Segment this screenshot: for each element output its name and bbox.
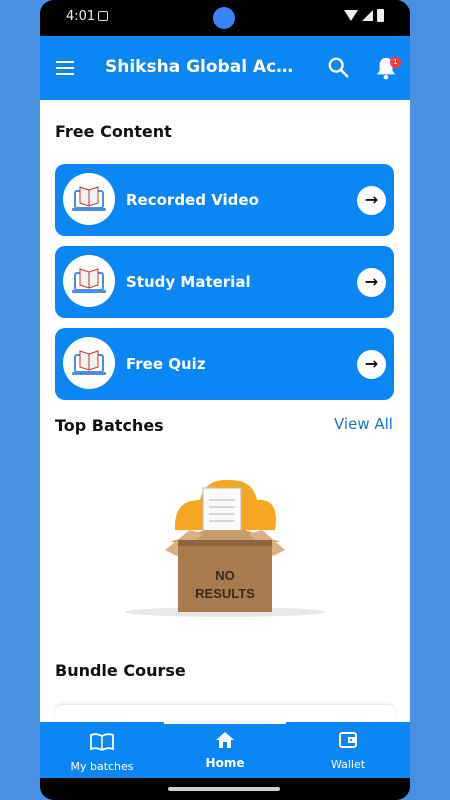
card-label: Study Material bbox=[126, 273, 251, 291]
tab-label: My batches bbox=[70, 760, 134, 773]
card-label: Free Quiz bbox=[126, 355, 206, 373]
book-laptop-icon bbox=[63, 337, 115, 389]
search-icon[interactable] bbox=[327, 56, 349, 78]
empty-state-line2: RESULTS bbox=[195, 586, 255, 601]
wifi-icon bbox=[344, 10, 358, 21]
notification-badge: 1 bbox=[390, 57, 401, 68]
book-laptop-icon bbox=[63, 173, 115, 225]
page-title: Shiksha Global Acad… bbox=[105, 57, 295, 77]
phone-frame: 4:01 Shiksha Global Acad… 1 Free Content bbox=[40, 0, 410, 800]
view-all-link[interactable]: View All bbox=[334, 415, 393, 433]
battery-icon bbox=[377, 9, 384, 22]
wallet-icon bbox=[339, 732, 357, 748]
arrow-right-icon[interactable]: → bbox=[357, 268, 386, 297]
book-icon bbox=[90, 733, 114, 751]
bundle-course-card[interactable] bbox=[55, 704, 395, 722]
tab-label: Wallet bbox=[330, 758, 366, 771]
arrow-right-icon[interactable]: → bbox=[357, 350, 386, 379]
empty-state-line1: NO bbox=[215, 568, 235, 583]
home-gesture-pill[interactable] bbox=[168, 787, 280, 791]
tab-wallet[interactable]: Wallet bbox=[286, 722, 410, 778]
menu-icon[interactable] bbox=[56, 61, 74, 75]
bundle-course-title: Bundle Course bbox=[55, 661, 186, 680]
free-content-item-study-material[interactable]: Study Material → bbox=[55, 246, 394, 318]
status-time: 4:01 bbox=[66, 9, 96, 24]
bottom-navigation: My batches Home Wallet bbox=[40, 722, 410, 778]
camera-cutout bbox=[213, 7, 235, 29]
status-bar: 4:01 bbox=[40, 0, 410, 36]
app-bar: Shiksha Global Acad… 1 bbox=[40, 36, 410, 100]
no-results-illustration: NO RESULTS bbox=[125, 479, 325, 617]
card-label: Recorded Video bbox=[126, 191, 259, 209]
tab-label: Home bbox=[205, 756, 245, 770]
gesture-bar bbox=[40, 778, 410, 800]
main-content[interactable]: Free Content Recorded Video → Study Mate… bbox=[40, 100, 410, 722]
arrow-right-icon[interactable]: → bbox=[357, 186, 386, 215]
free-content-title: Free Content bbox=[55, 122, 172, 141]
free-content-item-recorded-video[interactable]: Recorded Video → bbox=[55, 164, 394, 236]
tab-my-batches[interactable]: My batches bbox=[40, 722, 164, 778]
free-content-item-free-quiz[interactable]: Free Quiz → bbox=[55, 328, 394, 400]
book-laptop-icon bbox=[63, 255, 115, 307]
status-settings-icon bbox=[98, 11, 108, 21]
tab-home[interactable]: Home bbox=[164, 722, 286, 778]
signal-icon bbox=[362, 10, 373, 21]
top-batches-title: Top Batches bbox=[55, 416, 164, 435]
home-icon bbox=[216, 732, 234, 748]
